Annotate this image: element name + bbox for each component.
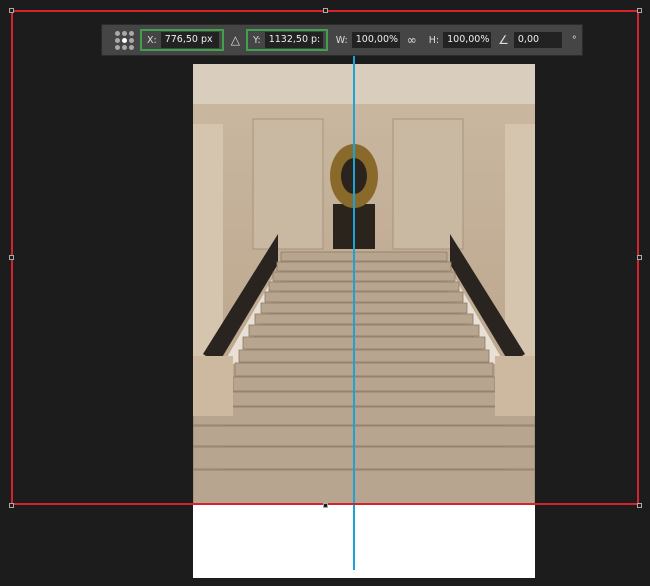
transform-handle-left[interactable]: [9, 255, 14, 260]
transform-options-bar: X: 776,50 px △ Y: 1132,50 p: W: 100,00% …: [101, 24, 583, 56]
transform-handle-top[interactable]: [323, 8, 328, 13]
x-position-input[interactable]: 776,50 px: [160, 32, 219, 48]
y-label: Y:: [252, 34, 261, 46]
y-position-group: Y: 1132,50 p:: [245, 29, 328, 51]
height-group: H: 100,00%: [427, 32, 492, 48]
transform-handle-top-left[interactable]: [9, 8, 14, 13]
h-label: H:: [428, 34, 440, 46]
x-position-group: X: 776,50 px: [140, 29, 224, 51]
width-input[interactable]: 100,00%: [351, 32, 400, 48]
width-group: W: 100,00%: [334, 32, 400, 48]
height-input[interactable]: 100,00%: [443, 32, 492, 48]
reference-point-icon[interactable]: [114, 30, 134, 50]
transform-handle-bottom[interactable]: [323, 503, 328, 508]
w-label: W:: [335, 34, 348, 46]
transform-handle-right[interactable]: [637, 255, 642, 260]
angle-icon: ∠: [498, 33, 509, 47]
degree-symbol: °: [571, 34, 577, 46]
y-position-input[interactable]: 1132,50 p:: [264, 32, 323, 48]
transform-handle-bottom-left[interactable]: [9, 503, 14, 508]
link-icon[interactable]: ∞: [407, 33, 417, 47]
transform-handle-top-right[interactable]: [637, 8, 642, 13]
x-label: X:: [147, 34, 157, 46]
transform-bounding-box[interactable]: [11, 10, 639, 505]
rotation-input[interactable]: 0,00: [513, 32, 562, 48]
delta-icon[interactable]: △: [231, 33, 240, 47]
transform-handle-bottom-right[interactable]: [637, 503, 642, 508]
